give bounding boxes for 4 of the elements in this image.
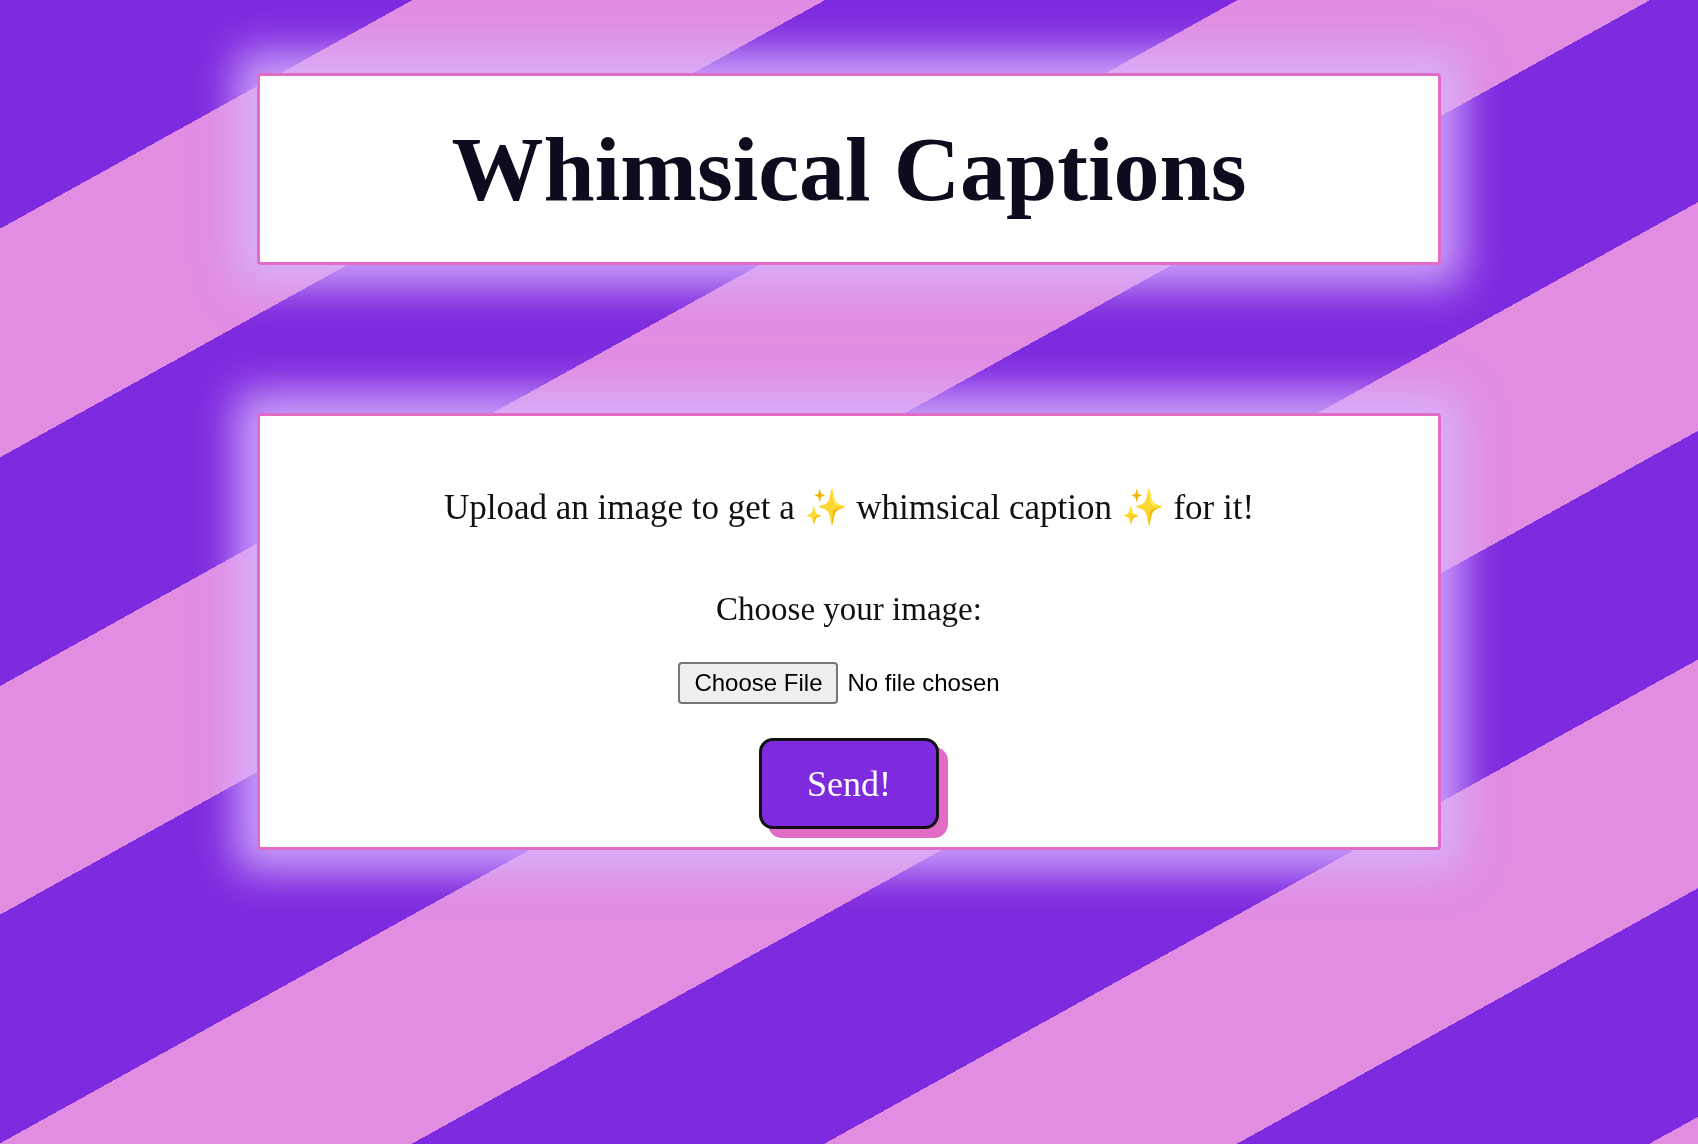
- intro-text: Upload an image to get a ✨ whimsical caption ✨ for it!: [443, 487, 1255, 529]
- file-label: Choose your image:: [716, 589, 982, 629]
- choose-file-button[interactable]: Choose File: [678, 662, 839, 704]
- file-status: No file chosen: [847, 668, 1000, 698]
